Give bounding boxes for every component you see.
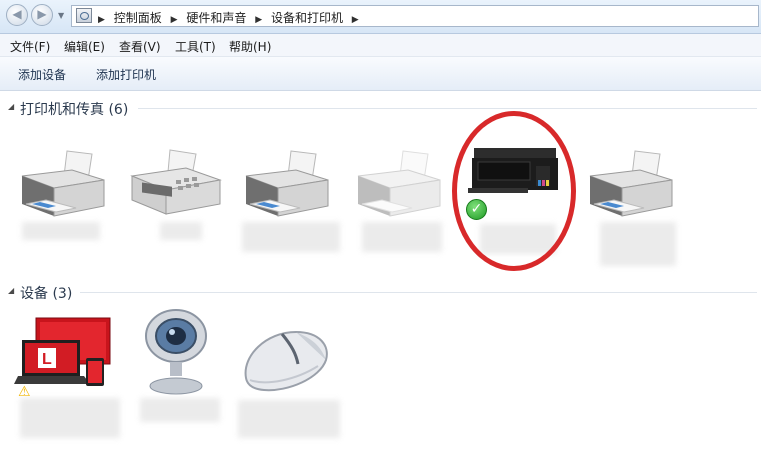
printer-icon: [589, 150, 673, 217]
printer-faded-icon: [357, 150, 441, 217]
breadcrumb-item-hardware-sound[interactable]: 硬件和声音: [186, 11, 246, 25]
device-label-blurred: [22, 222, 100, 240]
group-title: 打印机和传真 (6): [20, 102, 129, 118]
group-header-printers[interactable]: ◢ 打印机和传真 (6): [0, 99, 761, 118]
menu-edit[interactable]: 编辑(E): [64, 38, 105, 55]
divider: [138, 108, 757, 109]
device-label-blurred: [242, 222, 340, 252]
device-item-printer-4[interactable]: [348, 146, 458, 266]
fax-icon: [130, 149, 222, 215]
address-bar: ◀ ▶ ▼ ▶ 控制面板 ▶ 硬件和声音 ▶ 设备和打印机 ▶: [0, 0, 761, 34]
highlight-circle: [452, 111, 576, 271]
svg-text:L: L: [42, 351, 52, 368]
collapse-triangle-icon[interactable]: ◢: [8, 102, 14, 111]
mouse-icon: [244, 330, 328, 392]
collapse-triangle-icon[interactable]: ◢: [8, 286, 14, 295]
device-item-printer-1[interactable]: [12, 146, 122, 266]
command-toolbar: 添加设备 添加打印机: [0, 57, 761, 91]
device-label-blurred: [140, 398, 220, 422]
chevron-right-icon[interactable]: ▶: [352, 15, 359, 25]
breadcrumb-item-devices-printers[interactable]: 设备和打印机: [271, 11, 343, 25]
chevron-right-icon[interactable]: ▶: [171, 15, 178, 25]
menu-view[interactable]: 查看(V): [119, 38, 161, 55]
group-title: 设备 (3): [20, 286, 73, 302]
menu-tools[interactable]: 工具(T): [175, 38, 216, 55]
laptop-monitor-icon: L: [14, 317, 111, 386]
printer-icon: [21, 150, 105, 217]
add-device-button[interactable]: 添加设备: [18, 66, 66, 83]
menu-bar: 文件(F) 编辑(E) 查看(V) 工具(T) 帮助(H): [0, 34, 761, 57]
device-label-blurred: [362, 222, 442, 252]
breadcrumb-item-control-panel[interactable]: 控制面板: [114, 11, 162, 25]
add-printer-button[interactable]: 添加打印机: [96, 66, 156, 83]
divider: [80, 292, 757, 293]
chevron-right-icon[interactable]: ▶: [255, 15, 262, 25]
device-label-blurred: [20, 398, 120, 438]
back-arrow-icon[interactable]: ◀: [6, 4, 28, 26]
chevron-right-icon[interactable]: ▶: [98, 15, 105, 25]
device-item-mouse[interactable]: [236, 318, 346, 438]
device-label-blurred: [160, 222, 202, 240]
menu-file[interactable]: 文件(F): [10, 38, 50, 55]
device-item-computer[interactable]: L: [14, 312, 124, 438]
device-item-fax[interactable]: [124, 146, 234, 266]
device-label-blurred: [238, 400, 340, 438]
forward-arrow-icon[interactable]: ▶: [31, 4, 53, 26]
menu-help[interactable]: 帮助(H): [229, 38, 271, 55]
printer-icon: [245, 150, 329, 217]
control-panel-icon: [76, 8, 92, 23]
device-item-printer-3[interactable]: [236, 146, 346, 266]
breadcrumb[interactable]: ▶ 控制面板 ▶ 硬件和声音 ▶ 设备和打印机 ▶: [71, 5, 759, 27]
group-header-devices[interactable]: ◢ 设备 (3): [0, 283, 761, 302]
device-item-printer-6[interactable]: [580, 146, 690, 266]
device-label-blurred: [600, 222, 676, 266]
device-item-webcam[interactable]: [130, 306, 240, 426]
warning-icon: ⚠: [18, 384, 31, 400]
webcam-icon: [145, 309, 207, 395]
history-dropdown-icon[interactable]: ▼: [58, 11, 64, 20]
